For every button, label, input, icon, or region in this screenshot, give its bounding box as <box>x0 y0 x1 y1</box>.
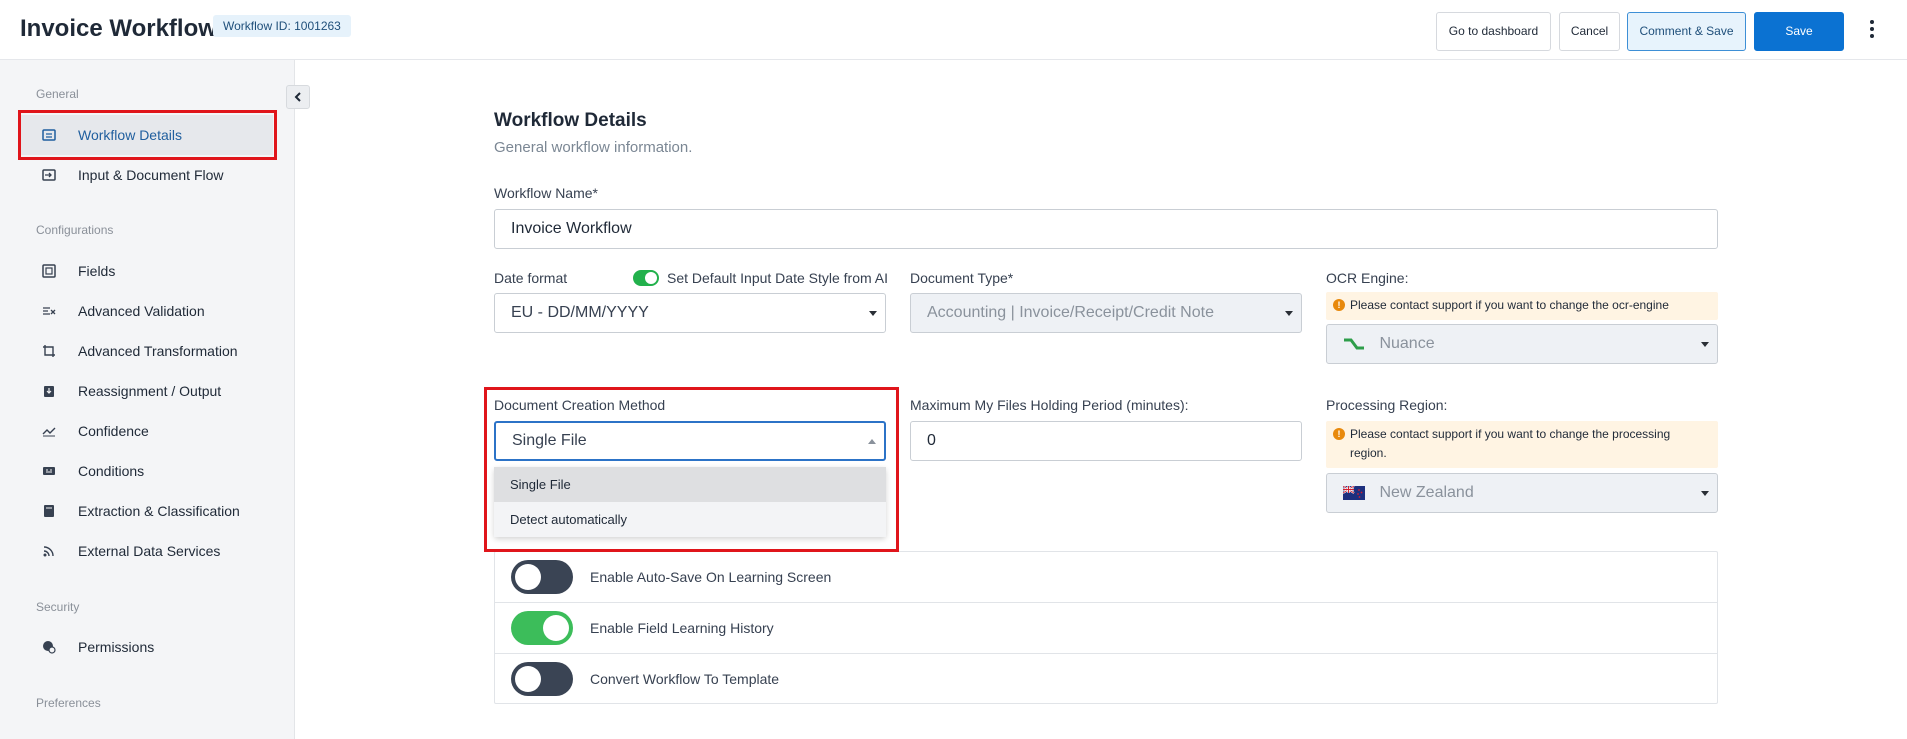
sidebar-item-reassignment-output[interactable]: Reassignment / Output <box>20 371 273 411</box>
rss-icon <box>40 542 58 560</box>
fields-icon <box>40 262 58 280</box>
convert-to-template-label: Convert Workflow To Template <box>590 671 780 687</box>
extraction-icon <box>40 502 58 520</box>
cancel-button[interactable]: Cancel <box>1559 12 1620 51</box>
sidebar-item-label: Extraction & Classification <box>78 503 240 519</box>
chevron-down-icon <box>1701 342 1709 347</box>
processing-region-warning-text: Please contact support if you want to ch… <box>1350 427 1671 460</box>
processing-region-select[interactable]: New Zealand <box>1326 473 1718 513</box>
output-icon <box>40 382 58 400</box>
chevron-down-icon <box>1285 311 1293 316</box>
convert-to-template-toggle[interactable] <box>511 662 573 696</box>
sidebar-item-label: Reassignment / Output <box>78 383 222 399</box>
ocr-engine-select[interactable]: Nuance <box>1326 324 1718 364</box>
permissions-icon <box>40 638 58 656</box>
sidebar-item-confidence[interactable]: Confidence <box>20 411 273 451</box>
document-type-select[interactable]: Accounting | Invoice/Receipt/Credit Note <box>910 293 1302 333</box>
section-label-preferences: Preferences <box>36 696 101 710</box>
default-date-style-label: Set Default Input Date Style from AI <box>667 270 888 286</box>
section-label-security: Security <box>36 600 80 614</box>
section-label-general: General <box>36 87 79 101</box>
ocr-engine-label: OCR Engine: <box>1326 270 1409 286</box>
more-options-icon[interactable] <box>1862 18 1882 42</box>
toggle-row-convert-to-template: Convert Workflow To Template <box>495 654 1717 705</box>
sidebar-item-label: Fields <box>78 263 116 279</box>
save-button[interactable]: Save <box>1754 12 1844 51</box>
default-date-style-toggle[interactable] <box>633 270 659 286</box>
sidebar-item-label: Confidence <box>78 423 149 439</box>
chevron-down-icon <box>1701 491 1709 496</box>
date-format-value: EU - DD/MM/YYYY <box>511 304 649 321</box>
ocr-engine-warning: ! Please contact support if you want to … <box>1326 292 1718 320</box>
top-header: Invoice Workflow Workflow ID: 1001263 Go… <box>0 0 1907 60</box>
processing-region-value: New Zealand <box>1379 484 1474 501</box>
warning-icon: ! <box>1333 299 1345 311</box>
sidebar-item-label: Input & Document Flow <box>78 167 224 183</box>
sidebar-item-extraction-classification[interactable]: Extraction & Classification <box>20 491 273 531</box>
workflow-name-label: Workflow Name* <box>494 185 598 201</box>
field-learning-history-toggle[interactable] <box>511 611 573 645</box>
workflow-name-input[interactable]: Invoice Workflow <box>494 209 1718 249</box>
toggle-row-auto-save: Enable Auto-Save On Learning Screen <box>495 552 1717 603</box>
ocr-engine-warning-text: Please contact support if you want to ch… <box>1350 298 1669 312</box>
document-creation-method-select[interactable]: Single File <box>494 421 886 461</box>
date-format-select[interactable]: EU - DD/MM/YYYY <box>494 293 886 333</box>
field-learning-history-label: Enable Field Learning History <box>590 620 774 636</box>
toggle-row-field-learning-history: Enable Field Learning History <box>495 603 1717 654</box>
document-type-value: Accounting | Invoice/Receipt/Credit Note <box>927 304 1214 321</box>
document-creation-method-dropdown: Single File Detect automatically <box>494 467 886 537</box>
sidebar-item-label: Permissions <box>78 639 155 655</box>
sidebar-item-label: Conditions <box>78 463 145 479</box>
sidebar-item-input-document-flow[interactable]: Input & Document Flow <box>20 155 273 195</box>
input-icon <box>40 166 58 184</box>
workflow-toggles-panel: Enable Auto-Save On Learning Screen Enab… <box>494 551 1718 704</box>
transform-icon <box>40 342 58 360</box>
highlight-box-workflow-details <box>18 110 277 160</box>
sidebar-item-label: Advanced Transformation <box>78 343 238 359</box>
sidebar-item-label: Advanced Validation <box>78 303 205 319</box>
sidebar-item-permissions[interactable]: Permissions <box>20 627 273 667</box>
nuance-logo-icon <box>1344 338 1364 350</box>
document-creation-method-label: Document Creation Method <box>494 397 666 413</box>
new-zealand-flag-icon <box>1343 485 1365 500</box>
confidence-icon <box>40 422 58 440</box>
collapse-sidebar-button[interactable] <box>286 85 310 109</box>
sidebar-item-advanced-transformation[interactable]: Advanced Transformation <box>20 331 273 371</box>
chevron-down-icon <box>869 311 877 316</box>
chevron-up-icon <box>868 439 876 444</box>
go-to-dashboard-button[interactable]: Go to dashboard <box>1436 12 1551 51</box>
workflow-id-badge: Workflow ID: 1001263 <box>213 15 351 37</box>
section-title: Workflow Details <box>494 110 647 131</box>
chevron-left-icon <box>294 92 301 102</box>
dropdown-option-detect-automatically[interactable]: Detect automatically <box>494 502 886 537</box>
comment-and-save-button[interactable]: Comment & Save <box>1627 12 1746 51</box>
document-creation-method-value: Single File <box>512 432 587 449</box>
document-type-label: Document Type* <box>910 270 1014 286</box>
auto-save-label: Enable Auto-Save On Learning Screen <box>590 569 832 585</box>
processing-region-label: Processing Region: <box>1326 397 1448 413</box>
warning-icon: ! <box>1333 428 1345 440</box>
ocr-engine-value: Nuance <box>1379 335 1435 352</box>
date-format-label: Date format <box>494 270 568 286</box>
sidebar-item-label: External Data Services <box>78 543 221 559</box>
sidebar-item-external-data-services[interactable]: External Data Services <box>20 531 273 571</box>
section-subtitle: General workflow information. <box>494 139 693 156</box>
sidebar-item-advanced-validation[interactable]: Advanced Validation <box>20 291 273 331</box>
dropdown-option-single-file[interactable]: Single File <box>494 467 886 502</box>
sidebar-item-fields[interactable]: Fields <box>20 251 273 291</box>
holding-period-input[interactable]: 0 <box>910 421 1302 461</box>
sidebar-item-conditions[interactable]: Conditions <box>20 451 273 491</box>
holding-period-label: Maximum My Files Holding Period (minutes… <box>910 397 1189 413</box>
page-title: Invoice Workflow <box>20 15 217 42</box>
validation-icon <box>40 302 58 320</box>
auto-save-toggle[interactable] <box>511 560 573 594</box>
processing-region-warning: ! Please contact support if you want to … <box>1326 421 1718 468</box>
conditions-icon <box>40 462 58 480</box>
section-label-configurations: Configurations <box>36 223 114 237</box>
